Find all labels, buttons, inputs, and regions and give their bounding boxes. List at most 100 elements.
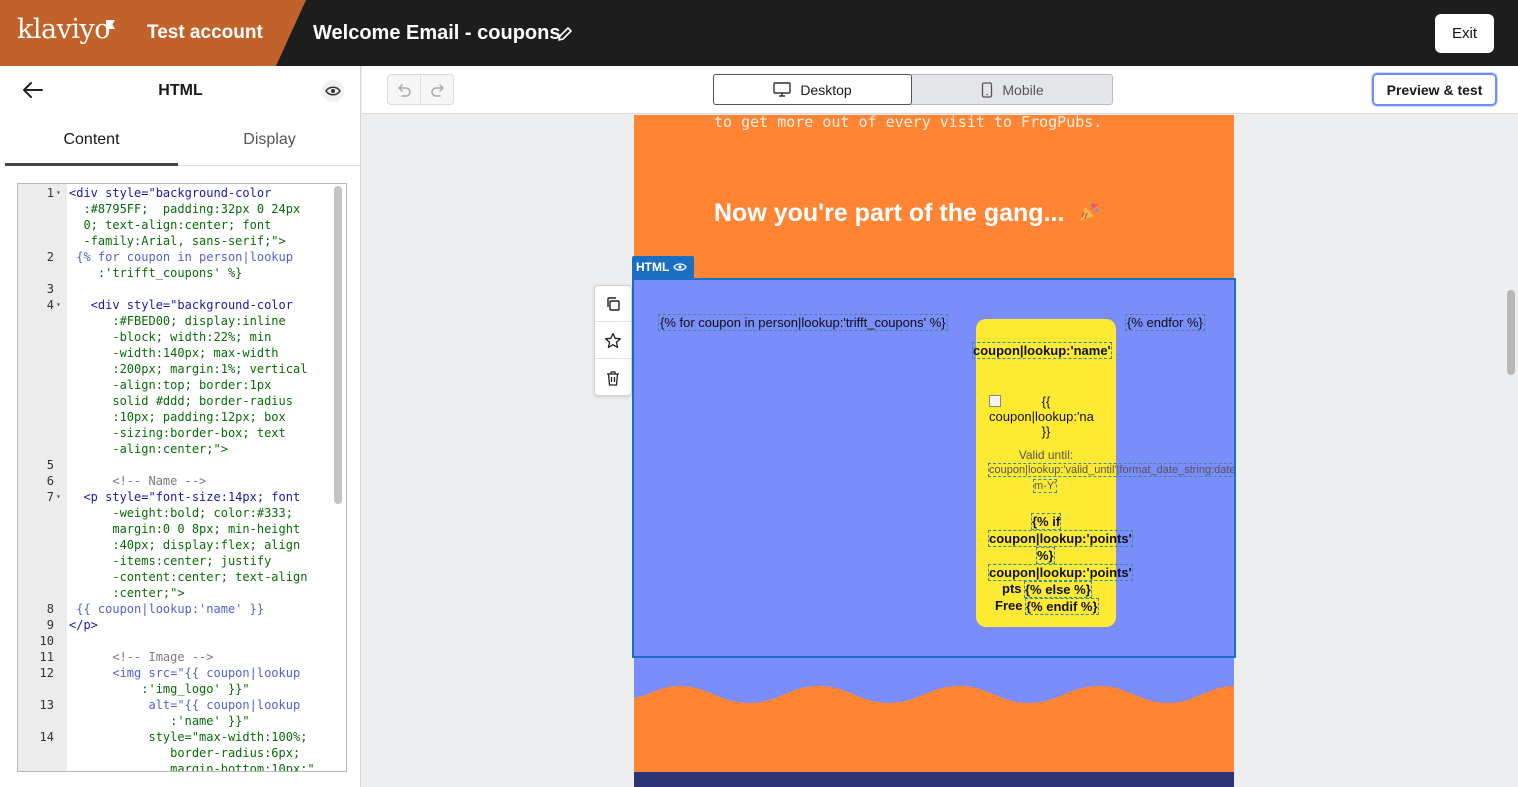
fold-arrow-icon[interactable]: ▾ bbox=[56, 185, 61, 201]
desktop-icon bbox=[773, 82, 792, 97]
eye-icon bbox=[325, 86, 341, 96]
code-text: {% for coupon in person|lookup bbox=[69, 250, 293, 264]
tab-content[interactable]: Content bbox=[5, 124, 178, 166]
code-text: <div style="background-color bbox=[69, 298, 293, 312]
image-alt-line-3: }} bbox=[1041, 424, 1051, 439]
code-text: :'trifft_coupons' %} bbox=[69, 266, 243, 280]
line-number: 4 bbox=[46, 298, 54, 312]
desktop-view-button[interactable]: Desktop bbox=[713, 74, 912, 105]
party-popper-icon bbox=[1080, 201, 1099, 221]
endfor-tag: {% endfor %} bbox=[1125, 314, 1205, 331]
gang-heading-text: Now you're part of the gang... bbox=[714, 199, 1065, 227]
canvas-toolbar: Desktop Mobile Preview & test bbox=[362, 66, 1518, 114]
email-canvas: to get more out of every visit to FrogPu… bbox=[362, 115, 1518, 787]
preview-test-button[interactable]: Preview & test bbox=[1371, 72, 1498, 107]
left-panel: HTML Content Display 1 ▾ <div style="backg… bbox=[0, 66, 361, 787]
top-bar: klaviyo Test account Welcome Email - cou… bbox=[0, 0, 1518, 66]
image-alt-line-1: {{ bbox=[1041, 394, 1051, 409]
else-tag: {% else %} bbox=[1024, 581, 1092, 598]
code-text: :'name' }}" bbox=[69, 714, 250, 728]
code-text: solid #ddd; border-radius bbox=[69, 394, 293, 408]
code-text: <img src="{{ coupon|lookup bbox=[69, 666, 301, 680]
code-editor[interactable]: 1 ▾ <div style="background-color :#8795FF;… bbox=[17, 183, 347, 772]
panel-tabs: Content Display bbox=[5, 124, 361, 166]
code-text: -width:140px; max-width bbox=[69, 346, 279, 360]
duplicate-icon bbox=[607, 296, 620, 311]
code-text: alt="{{ coupon|lookup bbox=[69, 698, 301, 712]
valid-until-tag: coupon|lookup:'valid_until'|format_date_… bbox=[988, 463, 1234, 477]
code-text: border-radius:6px; bbox=[69, 746, 301, 760]
code-text: <!-- Image --> bbox=[69, 650, 214, 664]
line-number: 11 bbox=[39, 650, 54, 664]
account-name[interactable]: Test account bbox=[147, 22, 263, 44]
panel-title: HTML bbox=[158, 82, 203, 99]
code-text: -items:center; justify bbox=[69, 554, 272, 568]
gang-heading[interactable]: Now you're part of the gang... bbox=[714, 199, 1101, 228]
line-number: 12 bbox=[39, 666, 54, 680]
intro-text[interactable]: to get more out of every visit to FrogPu… bbox=[714, 115, 1102, 131]
save-block-button[interactable] bbox=[595, 323, 631, 359]
code-text: <!-- Name --> bbox=[69, 474, 207, 488]
coupon-card[interactable]: coupon|lookup:'name' {{ coupon|lookup:'n… bbox=[972, 319, 1234, 627]
code-text: -weight:bold; color:#333; bbox=[69, 506, 293, 520]
code-text: :40px; display:flex; align bbox=[69, 538, 301, 552]
history-controls bbox=[387, 74, 454, 105]
image-alt-line-2: coupon|lookup:'na bbox=[989, 409, 1094, 424]
fold-arrow-icon[interactable]: ▾ bbox=[56, 489, 61, 505]
code-text: margin:0 0 8px; min-height bbox=[69, 522, 301, 536]
line-number: 3 bbox=[46, 282, 54, 296]
redo-button[interactable] bbox=[421, 75, 454, 104]
code-text: -align:center;"> bbox=[69, 442, 228, 456]
line-number: 6 bbox=[46, 474, 54, 488]
pts-label: pts bbox=[1002, 581, 1022, 596]
line-number: 14 bbox=[39, 730, 54, 744]
email-preview: to get more out of every visit to FrogPu… bbox=[634, 115, 1234, 787]
code-text: :#8795FF; padding:32px 0 24px bbox=[69, 202, 301, 216]
pencil-icon[interactable] bbox=[556, 25, 574, 43]
block-actions bbox=[594, 285, 632, 396]
tab-display[interactable]: Display bbox=[183, 124, 356, 166]
code-text: -content:center; text-align bbox=[69, 570, 308, 584]
code-text: -sizing:border-box; text bbox=[69, 426, 286, 440]
html-block-label[interactable]: HTML bbox=[632, 256, 694, 278]
footer-band bbox=[634, 772, 1234, 787]
canvas-scrollbar[interactable] bbox=[1507, 290, 1515, 375]
endif-tag: {% endif %} bbox=[1025, 598, 1099, 615]
code-text: <div style="background-color bbox=[69, 186, 272, 200]
duplicate-button[interactable] bbox=[595, 286, 631, 322]
line-number: 7 bbox=[46, 490, 54, 504]
code-text: {{ coupon|lookup:'name' }} bbox=[69, 602, 265, 616]
redo-icon bbox=[430, 83, 444, 97]
line-number: 13 bbox=[39, 698, 54, 712]
code-text: -block; width:22%; min bbox=[69, 330, 272, 344]
code-text: </p> bbox=[69, 618, 98, 632]
code-text: <p style="font-size:14px; font bbox=[69, 490, 301, 504]
editor-scrollbar[interactable] bbox=[334, 186, 342, 504]
line-number: 9 bbox=[46, 618, 54, 632]
code-text: :200px; margin:1%; vertical bbox=[69, 362, 308, 376]
code-text: :10px; padding:12px; box bbox=[69, 410, 286, 424]
klaviyo-logo[interactable]: klaviyo bbox=[17, 14, 111, 45]
code-text: :'img_logo' }}" bbox=[69, 682, 250, 696]
undo-icon bbox=[398, 83, 411, 97]
valid-until-tag-end: m-Y' bbox=[1033, 479, 1058, 493]
undo-button[interactable] bbox=[388, 75, 421, 104]
valid-until-label: Valid until: bbox=[1018, 448, 1074, 462]
desktop-label: Desktop bbox=[800, 81, 852, 98]
eye-icon bbox=[673, 263, 688, 271]
mobile-icon bbox=[982, 81, 993, 98]
points-tag: coupon|lookup:'points' bbox=[988, 564, 1133, 581]
coupon-name-tag: coupon|lookup:'name' bbox=[972, 342, 1112, 359]
free-label: Free bbox=[995, 598, 1023, 613]
fold-arrow-icon[interactable]: ▾ bbox=[56, 297, 61, 313]
visibility-toggle[interactable] bbox=[322, 80, 344, 102]
if-tag-1: {% if bbox=[1031, 513, 1062, 530]
star-icon bbox=[604, 332, 622, 348]
delete-button[interactable] bbox=[595, 360, 631, 396]
code-text: margin-bottom:10px;" bbox=[69, 762, 315, 772]
mobile-view-button[interactable]: Mobile bbox=[913, 75, 1112, 104]
device-toggle: Desktop Mobile bbox=[713, 74, 1113, 105]
exit-button[interactable]: Exit bbox=[1435, 14, 1494, 53]
line-number: 5 bbox=[46, 458, 54, 472]
line-number: 10 bbox=[39, 634, 54, 648]
